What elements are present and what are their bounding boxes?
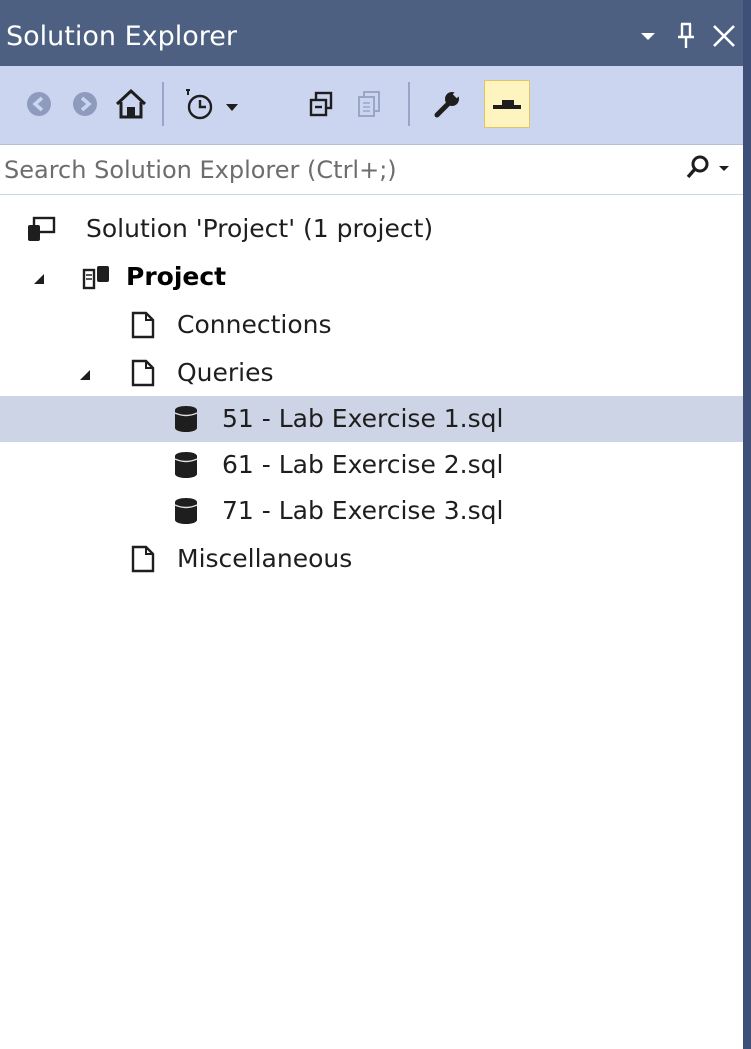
toolbar-separator (408, 82, 410, 126)
collapse-all-icon (309, 91, 333, 117)
title-bar: Solution Explorer (0, 0, 743, 66)
tree-node-project[interactable]: Project (0, 254, 743, 300)
properties-button[interactable] (424, 80, 470, 128)
toolbar-separator (162, 82, 164, 126)
tree-node-queries[interactable]: Queries (0, 350, 743, 396)
search-placeholder: Search Solution Explorer (Ctrl+;) (4, 156, 397, 184)
folder-file-icon (130, 310, 160, 340)
forward-arrow-icon (73, 92, 97, 116)
tree-node-label: Queries (177, 358, 274, 387)
home-button[interactable] (108, 80, 154, 128)
toolbar (0, 66, 743, 145)
close-icon[interactable] (705, 18, 743, 54)
tree-node-label: Connections (177, 310, 332, 339)
tree-node-connections[interactable]: Connections (0, 302, 743, 348)
tree-node-query-file[interactable]: 61 - Lab Exercise 2.sql (0, 442, 743, 488)
solution-explorer-panel: Solution Explorer Search Solution Explor… (0, 0, 743, 1049)
database-icon (172, 450, 202, 480)
panel-title: Solution Explorer (6, 21, 237, 52)
copy-icon (358, 91, 380, 117)
folder-file-icon (130, 358, 160, 388)
tree-node-label: 61 - Lab Exercise 2.sql (222, 450, 504, 479)
search-options-dropdown-icon (719, 166, 729, 171)
show-all-files-button[interactable] (346, 80, 392, 128)
preview-icon (493, 100, 521, 109)
search-input[interactable]: Search Solution Explorer (Ctrl+;) (0, 145, 743, 195)
tree-node-label: 51 - Lab Exercise 1.sql (222, 404, 504, 433)
back-arrow-icon (27, 92, 51, 116)
preview-selected-button[interactable] (484, 80, 530, 128)
tree-node-miscellaneous[interactable]: Miscellaneous (0, 536, 743, 582)
dropdown-arrow-icon[interactable] (629, 18, 667, 54)
back-button[interactable] (16, 80, 62, 128)
window-border (743, 0, 751, 1049)
collapse-all-button[interactable] (298, 80, 344, 128)
tree-node-label: Project (126, 262, 227, 291)
project-icon (82, 262, 112, 292)
tree-node-label: 71 - Lab Exercise 3.sql (222, 496, 504, 525)
tree-node-label: Solution 'Project' (1 project) (86, 214, 434, 243)
title-bar-controls (629, 18, 743, 54)
pin-icon[interactable] (667, 18, 705, 54)
tree-node-solution[interactable]: Solution 'Project' (1 project) (0, 206, 743, 252)
home-icon (115, 88, 147, 119)
solution-icon (26, 214, 56, 244)
tree-node-label: Miscellaneous (177, 544, 353, 573)
tree-node-query-file[interactable]: 51 - Lab Exercise 1.sql (0, 396, 743, 442)
search-icon[interactable] (685, 153, 731, 183)
database-icon (172, 496, 202, 526)
folder-file-icon (130, 544, 160, 574)
wrench-icon (434, 91, 460, 118)
clock-filter-icon (186, 89, 238, 120)
forward-button[interactable] (62, 80, 108, 128)
pending-changes-filter-button[interactable] (178, 80, 248, 128)
tree-node-query-file[interactable]: 71 - Lab Exercise 3.sql (0, 488, 743, 534)
database-icon (172, 404, 202, 434)
